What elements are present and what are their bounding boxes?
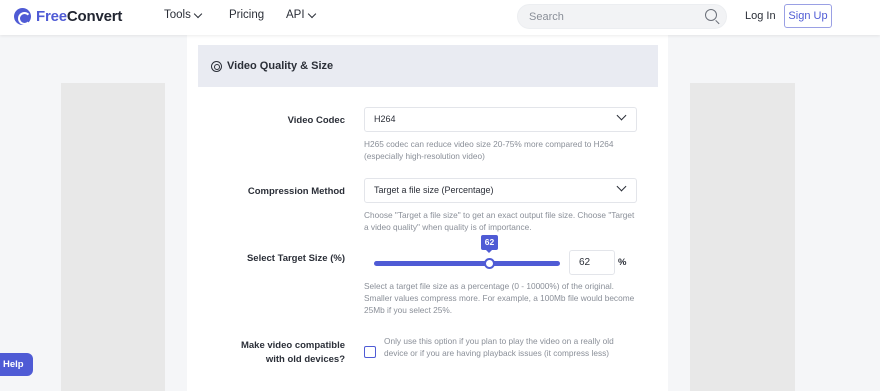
nav-tools-label: Tools [164, 9, 191, 21]
slider-value-bubble: 62 [481, 235, 498, 253]
compatibility-label-line2: with old devices? [265, 354, 345, 365]
nav-tools-menu[interactable]: Tools [164, 9, 203, 21]
compatibility-checkbox[interactable] [364, 346, 376, 358]
target-size-slider-handle[interactable] [484, 258, 495, 269]
signup-button[interactable]: Sign Up [784, 4, 832, 28]
compression-method-select[interactable]: Target a file size (Percentage) [364, 178, 637, 203]
freeconvert-logo[interactable]: FreeConvert [14, 8, 122, 25]
nav-pricing-link[interactable]: Pricing [229, 9, 264, 21]
video-quality-section-header: Video Quality & Size [198, 45, 658, 87]
help-button[interactable]: Help [0, 353, 33, 376]
video-codec-label: Video Codec [287, 115, 345, 126]
chevron-down-icon [616, 181, 627, 192]
compression-method-help: Choose "Target a file size" to get an ex… [364, 210, 635, 232]
chevron-down-icon [193, 9, 203, 18]
chevron-down-icon [616, 110, 627, 121]
gear-icon [211, 60, 222, 72]
compression-method-label: Compression Method [247, 186, 345, 197]
login-link[interactable]: Log In [745, 10, 776, 22]
ad-placeholder-right [690, 83, 795, 391]
search-icon[interactable] [705, 9, 717, 21]
section-title: Video Quality & Size [227, 60, 334, 72]
ad-placeholder-left [61, 83, 165, 391]
nav-api-label: API [286, 9, 305, 21]
video-codec-value: H264 [374, 114, 396, 124]
settings-card: Video Quality & Size Video Codec H264 H2… [187, 35, 668, 391]
top-navigation-bar: FreeConvert Tools Pricing API Search Log… [0, 0, 880, 35]
compression-method-value: Target a file size (Percentage) [374, 185, 494, 195]
target-size-label: Select Target Size (%) [246, 253, 345, 264]
chevron-down-icon [307, 9, 316, 18]
compatibility-label-line1: Make video compatible [240, 340, 345, 351]
target-size-input[interactable]: 62 [569, 250, 615, 275]
search-placeholder: Search [529, 11, 564, 23]
nav-pricing-label: Pricing [229, 9, 265, 21]
percent-unit-label: % [618, 257, 627, 268]
logo-icon [14, 8, 31, 25]
logo-text: FreeConvert [36, 8, 123, 25]
compatibility-label: Make video compatible with old devices? [207, 339, 345, 367]
target-size-help: Select a target file size as a percentag… [364, 281, 635, 315]
target-size-slider-track[interactable] [374, 261, 560, 266]
video-codec-help: H265 codec can reduce video size 20-75% … [364, 139, 614, 161]
search-input[interactable]: Search [517, 4, 727, 29]
video-codec-select[interactable]: H264 [364, 107, 637, 132]
compatibility-help: Only use this option if you plan to play… [384, 336, 614, 358]
nav-api-menu[interactable]: API [286, 9, 316, 21]
